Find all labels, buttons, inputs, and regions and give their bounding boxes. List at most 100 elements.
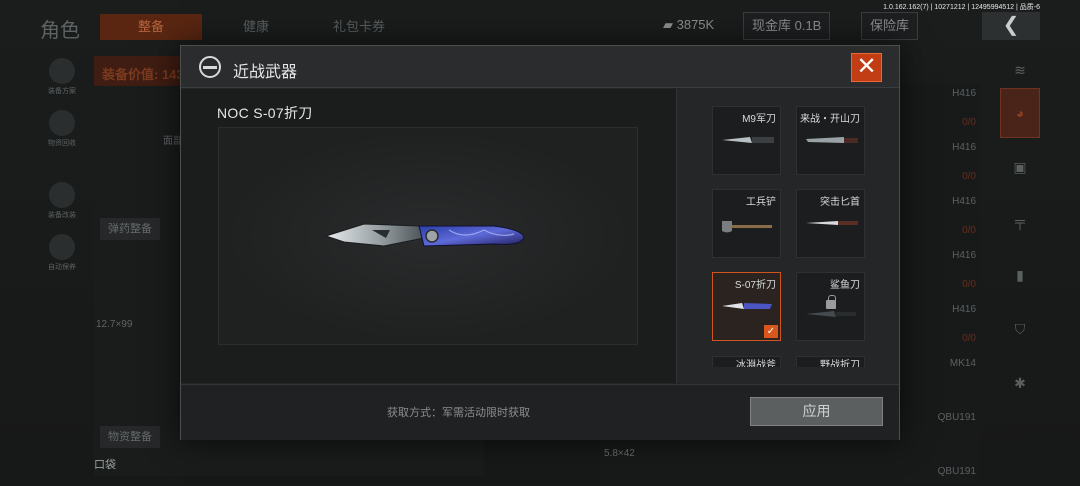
recycle-icon: [49, 110, 75, 136]
weapon-card-m9[interactable]: M9军刀: [712, 106, 781, 175]
apply-label: 应用: [802, 403, 831, 419]
chevron-left-icon: ❮: [1002, 14, 1020, 36]
weapon-card-dagger[interactable]: 突击匕首: [796, 189, 865, 258]
weapon-preview[interactable]: [218, 127, 638, 345]
row-name: H416: [952, 88, 976, 99]
weapon-card-name: S-07折刀: [734, 280, 776, 291]
tab-gift-cards[interactable]: 礼包卡券: [333, 14, 385, 40]
category-rifle-icon[interactable]: ╤: [1000, 196, 1040, 246]
row-ratio: 0/0: [962, 333, 976, 344]
right-row[interactable]: H416 0/0: [952, 142, 976, 182]
weapon-card-name: 工兵铲: [746, 197, 776, 208]
modify-icon: [49, 182, 75, 208]
row-name: H416: [952, 304, 976, 315]
category-stack-icon[interactable]: ≋: [1000, 56, 1040, 84]
left-sidebar: 装备方案 物资回收 装备改装 自动保养: [40, 56, 84, 286]
sidebar-label: 自动保养: [48, 264, 76, 271]
shark-knife-icon: [806, 311, 856, 317]
weapon-card-field-knife[interactable]: 野战折刀: [796, 356, 865, 367]
dialog-footer: 获取方式：军需活动限时获取 应用: [181, 384, 899, 440]
weapon-card-shovel[interactable]: 工兵铲: [712, 189, 781, 258]
back-button[interactable]: ❮: [982, 12, 1040, 40]
pocket-label: 口袋: [94, 459, 116, 471]
ammo-type-right: 5.8×42: [604, 448, 635, 459]
melee-weapon-dialog: 近战武器 ✕ NOC S-07折刀 M9军刀 来战・开山刀 工兵铲 突击匕首 S…: [180, 45, 900, 440]
version-text: 1.0.162.162(7) | 10271212 | 12495994512 …: [883, 4, 1040, 11]
category-grenade-icon[interactable]: ✱: [1000, 358, 1040, 408]
row-name: H416: [952, 250, 976, 261]
dialog-title: 近战武器: [233, 64, 298, 81]
row-ratio: 0/0: [962, 117, 976, 128]
melee-weapon-icon: [199, 56, 221, 78]
weapon-card-name: 鲨鱼刀: [830, 280, 860, 291]
row-name: H416: [952, 142, 976, 153]
weapon-card-name: 突击匕首: [820, 197, 860, 208]
row-name: H416: [952, 196, 976, 207]
right-row[interactable]: QBU191: [938, 412, 976, 423]
dialog-header: 近战武器 ✕: [181, 46, 899, 88]
machete-icon: [806, 137, 858, 143]
supply-prepare-button[interactable]: 物资整备: [100, 426, 160, 448]
tab-prepare[interactable]: 整备: [100, 14, 202, 40]
sidebar-label: 装备方案: [48, 88, 76, 95]
acquire-method-text: 获取方式：军需活动限时获取: [387, 407, 530, 419]
cash-vault-label: 现金库 0.1B: [752, 18, 822, 33]
apply-button[interactable]: 应用: [750, 397, 883, 426]
weapon-preview-area: NOC S-07折刀: [181, 89, 676, 383]
currency-icon: ▰: [663, 17, 677, 32]
currency-value: 3875K: [676, 17, 715, 32]
weapon-card-name: 来战・开山刀: [800, 114, 860, 125]
close-button[interactable]: ✕: [851, 53, 882, 82]
sidebar-item-auto-maintain[interactable]: 自动保养: [40, 234, 84, 278]
row-name: QBU191: [937, 412, 976, 423]
ammo-type-left: 12.7×99: [96, 319, 133, 330]
currency-display: ▰ 3875K: [655, 12, 722, 40]
folding-knife-icon: [722, 303, 772, 309]
weapon-card-name: M9军刀: [742, 114, 776, 125]
maintain-icon: [49, 234, 75, 260]
close-icon: ✕: [856, 53, 877, 80]
sidebar-item-equip-plan[interactable]: 装备方案: [40, 58, 84, 102]
weapon-card-name: 冰淵战斧: [736, 360, 776, 367]
shovel-icon: [722, 221, 772, 233]
selected-item-name: NOC S-07折刀: [217, 105, 313, 121]
category-magazine-icon[interactable]: ▮: [1000, 250, 1040, 300]
row-ratio: 0/0: [962, 225, 976, 236]
sidebar-label: 物资回收: [48, 140, 76, 147]
row-name: MK14: [949, 358, 976, 369]
category-helmet-icon[interactable]: ◕: [1000, 88, 1040, 138]
category-vest-icon[interactable]: ▣: [1000, 142, 1040, 192]
right-row[interactable]: H416 0/0: [952, 304, 976, 344]
weapon-card-machete[interactable]: 来战・开山刀: [796, 106, 865, 175]
check-icon: ✓: [764, 325, 778, 338]
safe-button[interactable]: 保险库: [861, 12, 919, 40]
sidebar-label: 装备改装: [48, 212, 76, 219]
dagger-icon: [806, 221, 858, 225]
right-row[interactable]: H416 0/0: [952, 88, 976, 128]
page-title: 角色: [40, 20, 80, 42]
weapon-card-name: 野战折刀: [820, 360, 860, 367]
right-category-bar: ≋ ◕ ▣ ╤ ▮ ⛉ ✱: [1000, 56, 1040, 412]
right-row[interactable]: H416 0/0: [952, 196, 976, 236]
right-row[interactable]: MK14: [950, 358, 976, 369]
cash-vault-button[interactable]: 现金库 0.1B: [743, 12, 831, 40]
right-row[interactable]: H416 0/0: [952, 250, 976, 290]
knife-icon: [722, 137, 774, 143]
supply-prepare-label: 物资整备: [108, 431, 152, 443]
sidebar-item-modify[interactable]: 装备改装: [40, 182, 84, 226]
ammo-prepare-label: 弹药整备: [108, 223, 152, 235]
row-ratio: 0/0: [962, 171, 976, 182]
right-row[interactable]: QBU191: [938, 466, 976, 477]
equip-plan-icon: [49, 58, 75, 84]
lock-icon: [826, 295, 836, 309]
weapon-grid: M9军刀 来战・开山刀 工兵铲 突击匕首 S-07折刀 ✓ 鲨鱼刀 冰淵战斧 野…: [676, 89, 899, 383]
ammo-prepare-button[interactable]: 弹药整备: [100, 218, 160, 240]
sidebar-item-recycle[interactable]: 物资回收: [40, 110, 84, 154]
weapon-card-shark-knife[interactable]: 鲨鱼刀: [796, 272, 865, 341]
category-bottle-icon[interactable]: ⛉: [1000, 304, 1040, 354]
safe-label: 保险库: [870, 18, 910, 33]
folding-knife-image: [324, 223, 525, 247]
tab-health[interactable]: 健康: [243, 14, 269, 40]
weapon-card-ice-axe[interactable]: 冰淵战斧: [712, 356, 781, 367]
weapon-card-s07[interactable]: S-07折刀 ✓: [712, 272, 781, 341]
